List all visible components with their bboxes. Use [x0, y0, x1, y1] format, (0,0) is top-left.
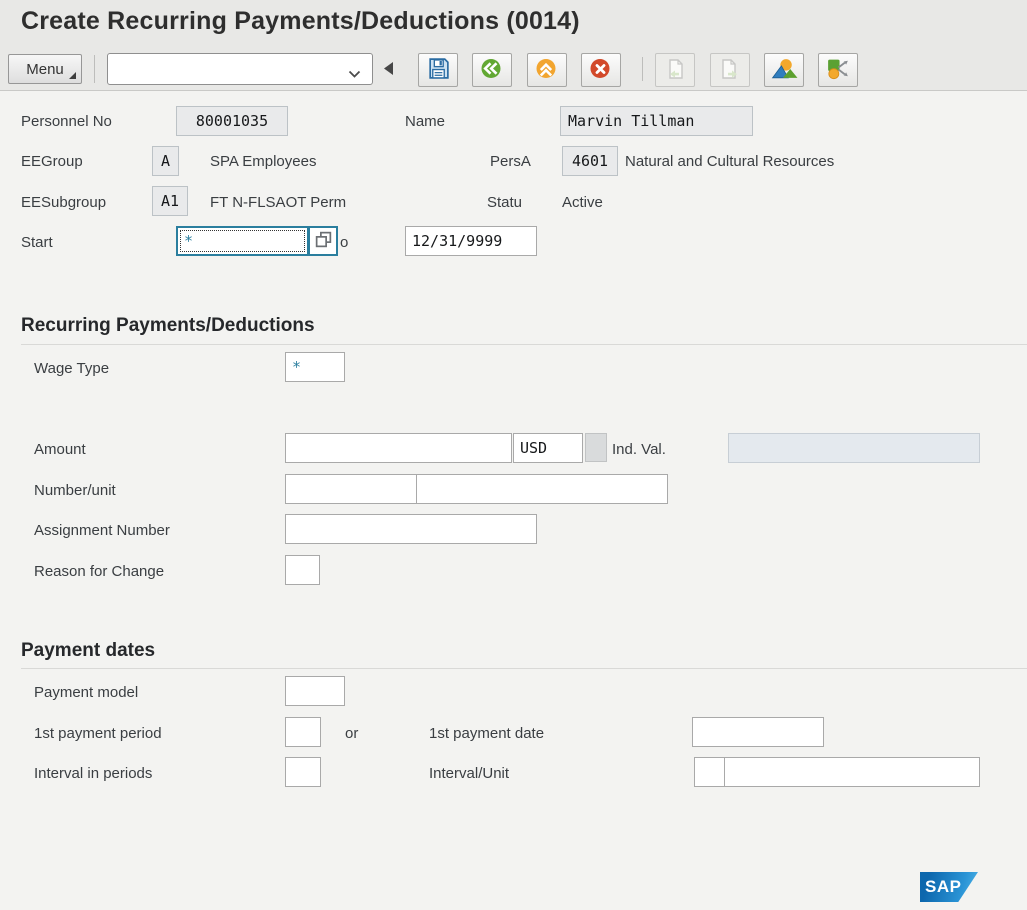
or-label: or [345, 725, 358, 742]
interval-input[interactable] [694, 757, 725, 787]
number-input[interactable] [285, 474, 417, 504]
pers-area-text: Natural and Cultural Resources [625, 153, 834, 170]
ee-group-label: EEGroup [21, 153, 83, 170]
payment-dates-section-heading: Payment dates [21, 640, 155, 662]
toolbar-separator [642, 57, 643, 81]
next-page-button [710, 53, 750, 87]
interval-in-periods-input[interactable] [285, 757, 321, 787]
ee-subgroup-label: EESubgroup [21, 194, 106, 211]
wage-type-input[interactable] [285, 352, 345, 382]
overview-mountain-icon [771, 56, 798, 84]
sap-window: Create Recurring Payments/Deductions (00… [0, 0, 1027, 910]
interval-unit-label: Interval/Unit [429, 765, 509, 782]
personnel-no-value: 80001035 [176, 106, 288, 136]
cancel-icon [588, 56, 614, 84]
amount-input[interactable] [285, 433, 512, 463]
exit-icon [534, 56, 560, 84]
section-rule [21, 668, 1027, 669]
first-payment-date-input[interactable] [692, 717, 824, 747]
command-field[interactable] [107, 53, 373, 85]
payment-model-label: Payment model [34, 684, 138, 701]
amount-label: Amount [34, 441, 86, 458]
interval-unit-input[interactable] [724, 757, 980, 787]
first-payment-period-input[interactable] [285, 717, 321, 747]
services-button[interactable] [818, 53, 858, 87]
name-label: Name [405, 113, 445, 130]
ee-group-text: SPA Employees [210, 153, 316, 170]
back-button[interactable] [472, 53, 512, 87]
cancel-button[interactable] [581, 53, 621, 87]
payment-model-input[interactable] [285, 676, 345, 706]
previous-page-icon [663, 57, 687, 84]
assignment-number-label: Assignment Number [34, 522, 170, 539]
menu-button[interactable]: Menu [8, 54, 82, 84]
services-icon [825, 56, 852, 84]
interval-in-periods-label: Interval in periods [34, 765, 152, 782]
reason-for-change-input[interactable] [285, 555, 320, 585]
ind-val-label: Ind. Val. [612, 441, 666, 458]
save-button[interactable] [418, 53, 458, 87]
personnel-no-label: Personnel No [21, 113, 112, 130]
sap-logo-text: SAP [920, 877, 961, 897]
first-payment-period-label: 1st payment period [34, 725, 162, 742]
status-label: Statu [487, 194, 522, 211]
value-help-icon [314, 230, 333, 252]
assignment-number-input[interactable] [285, 514, 537, 544]
ee-group-code: A [152, 146, 179, 176]
start-date-label: Start [21, 234, 53, 251]
previous-page-button [655, 53, 695, 87]
exit-button[interactable] [527, 53, 567, 87]
menu-button-label: Menu [26, 61, 64, 78]
overview-button[interactable] [764, 53, 804, 87]
value-help-button[interactable] [308, 226, 338, 256]
collapse-toolbar-icon[interactable] [384, 62, 393, 75]
currency-help-button [585, 433, 607, 462]
first-payment-date-label: 1st payment date [429, 725, 544, 742]
recurring-section-heading: Recurring Payments/Deductions [21, 315, 315, 337]
back-icon [479, 56, 505, 84]
menu-dropdown-icon [69, 72, 76, 79]
ee-subgroup-code: A1 [152, 186, 188, 216]
sap-logo: SAP [920, 872, 978, 902]
toolbar-separator [94, 55, 95, 83]
number-unit-label: Number/unit [34, 482, 116, 499]
name-value: Marvin Tillman [560, 106, 753, 136]
wage-type-label: Wage Type [34, 360, 109, 377]
status-value: Active [562, 194, 603, 211]
unit-input[interactable] [416, 474, 668, 504]
chevron-down-icon[interactable] [348, 66, 361, 84]
page-title: Create Recurring Payments/Deductions (00… [21, 7, 580, 36]
section-rule [21, 344, 1027, 345]
next-page-icon [718, 57, 742, 84]
pers-area-code: 4601 [562, 146, 618, 176]
start-date-input[interactable] [176, 226, 309, 256]
ee-subgroup-text: FT N-FLSAOT Perm [210, 194, 346, 211]
save-icon [426, 56, 451, 84]
pers-area-label: PersA [490, 153, 531, 170]
currency-input[interactable] [513, 433, 583, 463]
top-bar: Create Recurring Payments/Deductions (00… [0, 0, 1027, 91]
reason-for-change-label: Reason for Change [34, 563, 164, 580]
ind-val-input [728, 433, 980, 463]
end-date-input[interactable] [405, 226, 537, 256]
to-label: o [340, 234, 348, 251]
